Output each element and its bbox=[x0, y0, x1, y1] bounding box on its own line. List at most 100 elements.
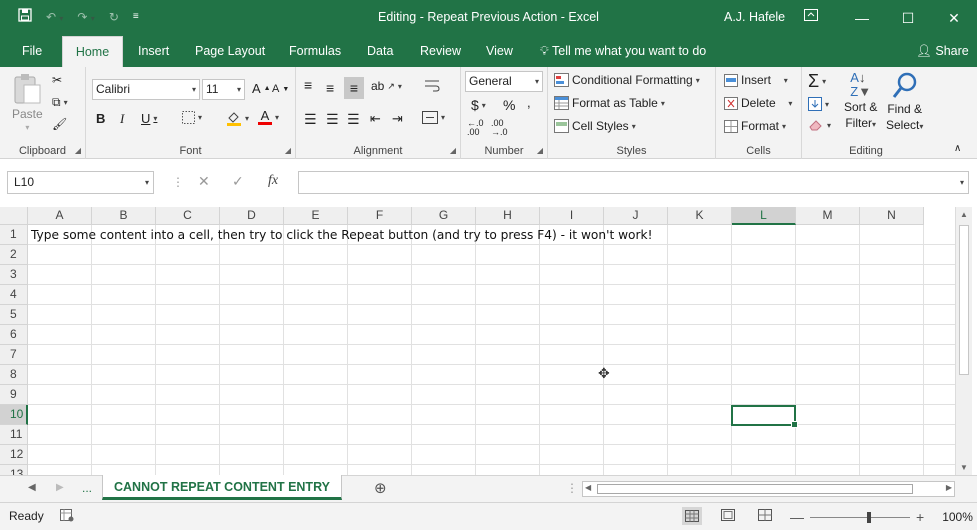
tab-page-layout[interactable]: Page Layout bbox=[187, 36, 273, 67]
active-cell-l10[interactable] bbox=[731, 405, 798, 428]
cancel-entry-icon[interactable]: ✕ bbox=[198, 173, 210, 190]
row-header-12[interactable]: 12 bbox=[0, 445, 28, 465]
horizontal-scroll-thumb[interactable] bbox=[597, 484, 913, 494]
italic-icon[interactable]: I bbox=[120, 111, 124, 127]
middle-align-icon[interactable]: ≡ bbox=[326, 80, 334, 96]
column-header-a[interactable]: A bbox=[28, 207, 92, 225]
underline-icon[interactable]: U ▾ bbox=[141, 111, 157, 126]
row-header-7[interactable]: 7 bbox=[0, 345, 28, 365]
prev-sheet-icon[interactable]: ◀ bbox=[28, 482, 36, 493]
decrease-indent-icon[interactable]: ⇤ bbox=[370, 111, 381, 127]
row-header-10[interactable]: 10 bbox=[0, 405, 28, 425]
horizontal-scrollbar[interactable]: ◀ ▶ bbox=[582, 481, 955, 497]
bottom-align-icon[interactable]: ≡ bbox=[344, 77, 364, 99]
tab-home[interactable]: Home bbox=[62, 36, 123, 67]
tab-file[interactable]: File bbox=[14, 36, 50, 67]
page-layout-view-icon[interactable] bbox=[721, 509, 735, 521]
column-header-g[interactable]: G bbox=[412, 207, 476, 225]
tell-me-search[interactable]: 💡︎ Tell me what you want to do bbox=[540, 36, 706, 67]
sheet-tab[interactable]: CANNOT REPEAT CONTENT ENTRY bbox=[102, 475, 342, 500]
clipboard-launcher-icon[interactable]: ◢ bbox=[75, 146, 81, 155]
zoom-slider-knob[interactable] bbox=[867, 511, 871, 523]
column-header-k[interactable]: K bbox=[668, 207, 732, 225]
zoom-slider[interactable] bbox=[810, 511, 910, 523]
row-header-6[interactable]: 6 bbox=[0, 325, 28, 345]
font-color-icon[interactable]: A ▾ bbox=[258, 109, 279, 125]
next-sheet-icon[interactable]: ▶ bbox=[56, 482, 64, 493]
font-launcher-icon[interactable]: ◢ bbox=[285, 146, 291, 155]
column-header-d[interactable]: D bbox=[220, 207, 284, 225]
column-header-l[interactable]: L bbox=[732, 207, 796, 225]
scroll-down-icon[interactable]: ▼ bbox=[960, 463, 968, 472]
scroll-right-icon[interactable]: ▶ bbox=[946, 483, 952, 492]
name-box[interactable]: L10 ▾ bbox=[7, 171, 154, 194]
row-header-4[interactable]: 4 bbox=[0, 285, 28, 305]
row-header-9[interactable]: 9 bbox=[0, 385, 28, 405]
select-all-button[interactable] bbox=[0, 207, 28, 225]
copy-icon[interactable]: ⧉ ▾ bbox=[52, 95, 68, 110]
formula-input[interactable]: ▾ bbox=[298, 171, 969, 194]
align-center-icon[interactable]: ☰ bbox=[326, 111, 339, 128]
row-header-5[interactable]: 5 bbox=[0, 305, 28, 325]
delete-cells-button[interactable]: Delete ▾ bbox=[724, 96, 792, 110]
format-as-table-button[interactable]: Format as Table ▾ bbox=[554, 96, 665, 110]
tab-split-grip-icon[interactable]: ⋮ bbox=[566, 481, 578, 495]
column-header-h[interactable]: H bbox=[476, 207, 540, 225]
collapse-ribbon-icon[interactable]: ∧ bbox=[954, 143, 961, 154]
paste-button[interactable]: Paste ▾ bbox=[12, 73, 43, 132]
scroll-left-icon[interactable]: ◀ bbox=[585, 483, 591, 492]
conditional-formatting-button[interactable]: Conditional Formatting ▾ bbox=[554, 73, 700, 87]
increase-decimal-icon[interactable]: ←.0.00 bbox=[467, 119, 484, 137]
page-break-view-icon[interactable] bbox=[758, 509, 772, 521]
normal-view-icon[interactable] bbox=[682, 507, 702, 525]
column-header-f[interactable]: F bbox=[348, 207, 412, 225]
column-header-e[interactable]: E bbox=[284, 207, 348, 225]
clear-icon[interactable]: ▾ bbox=[808, 119, 831, 131]
sort-filter-button[interactable]: A↓ Z▼ Sort & Filter▾ bbox=[844, 71, 877, 133]
format-cells-button[interactable]: Format ▾ bbox=[724, 119, 786, 133]
percent-style-icon[interactable]: % bbox=[503, 97, 515, 113]
format-painter-icon[interactable]: 🖌︎ bbox=[52, 117, 67, 131]
top-align-icon[interactable]: ≡ bbox=[304, 77, 312, 93]
decrease-font-icon[interactable]: A ▼ bbox=[272, 83, 289, 95]
tab-view[interactable]: View bbox=[478, 36, 521, 67]
zoom-out-icon[interactable]: — bbox=[790, 509, 804, 525]
zoom-level[interactable]: 100% bbox=[942, 510, 973, 524]
bold-icon[interactable]: B bbox=[96, 111, 105, 126]
increase-font-icon[interactable]: A ▲ bbox=[252, 81, 271, 96]
minimize-icon[interactable]: — bbox=[839, 0, 885, 36]
new-sheet-icon[interactable]: ⊕ bbox=[374, 479, 387, 497]
macro-record-icon[interactable] bbox=[60, 509, 74, 522]
share-button[interactable]: 👤︎ Share bbox=[916, 36, 969, 67]
vertical-scroll-thumb[interactable] bbox=[959, 225, 969, 375]
row-header-1[interactable]: 1 bbox=[0, 225, 28, 245]
accounting-format-icon[interactable]: $ ▾ bbox=[471, 97, 486, 113]
row-header-8[interactable]: 8 bbox=[0, 365, 28, 385]
autosum-icon[interactable]: Σ ▾ bbox=[808, 71, 826, 92]
fill-icon[interactable]: ▾ bbox=[808, 97, 829, 111]
decrease-decimal-icon[interactable]: .00 →.0 bbox=[491, 119, 508, 137]
font-size-combo[interactable]: 11 ▾ bbox=[202, 79, 245, 100]
column-header-b[interactable]: B bbox=[92, 207, 156, 225]
expand-formula-bar-icon[interactable]: ▾ bbox=[960, 178, 964, 187]
number-launcher-icon[interactable]: ◢ bbox=[537, 146, 543, 155]
column-header-m[interactable]: M bbox=[796, 207, 860, 225]
align-right-icon[interactable]: ☰ bbox=[347, 111, 360, 128]
font-name-combo[interactable]: Calibri ▾ bbox=[92, 79, 200, 100]
align-left-icon[interactable]: ☰ bbox=[304, 111, 317, 128]
row-header-3[interactable]: 3 bbox=[0, 265, 28, 285]
insert-function-icon[interactable]: fx bbox=[268, 173, 278, 189]
wrap-text-icon[interactable] bbox=[424, 79, 440, 93]
vertical-scrollbar[interactable]: ▲ ▼ bbox=[955, 207, 972, 475]
alignment-launcher-icon[interactable]: ◢ bbox=[450, 146, 456, 155]
column-header-n[interactable]: N bbox=[860, 207, 924, 225]
enter-entry-icon[interactable]: ✓ bbox=[232, 173, 244, 190]
column-header-j[interactable]: J bbox=[604, 207, 668, 225]
tab-formulas[interactable]: Formulas bbox=[281, 36, 349, 67]
borders-icon[interactable]: ▾ bbox=[182, 111, 202, 124]
orientation-icon[interactable]: ab ↗ ▾ bbox=[371, 79, 402, 93]
number-format-combo[interactable]: General ▾ bbox=[465, 71, 543, 92]
user-name[interactable]: A.J. Hafele bbox=[724, 10, 785, 24]
tab-insert[interactable]: Insert bbox=[130, 36, 177, 67]
ribbon-display-options-icon[interactable] bbox=[804, 9, 818, 24]
